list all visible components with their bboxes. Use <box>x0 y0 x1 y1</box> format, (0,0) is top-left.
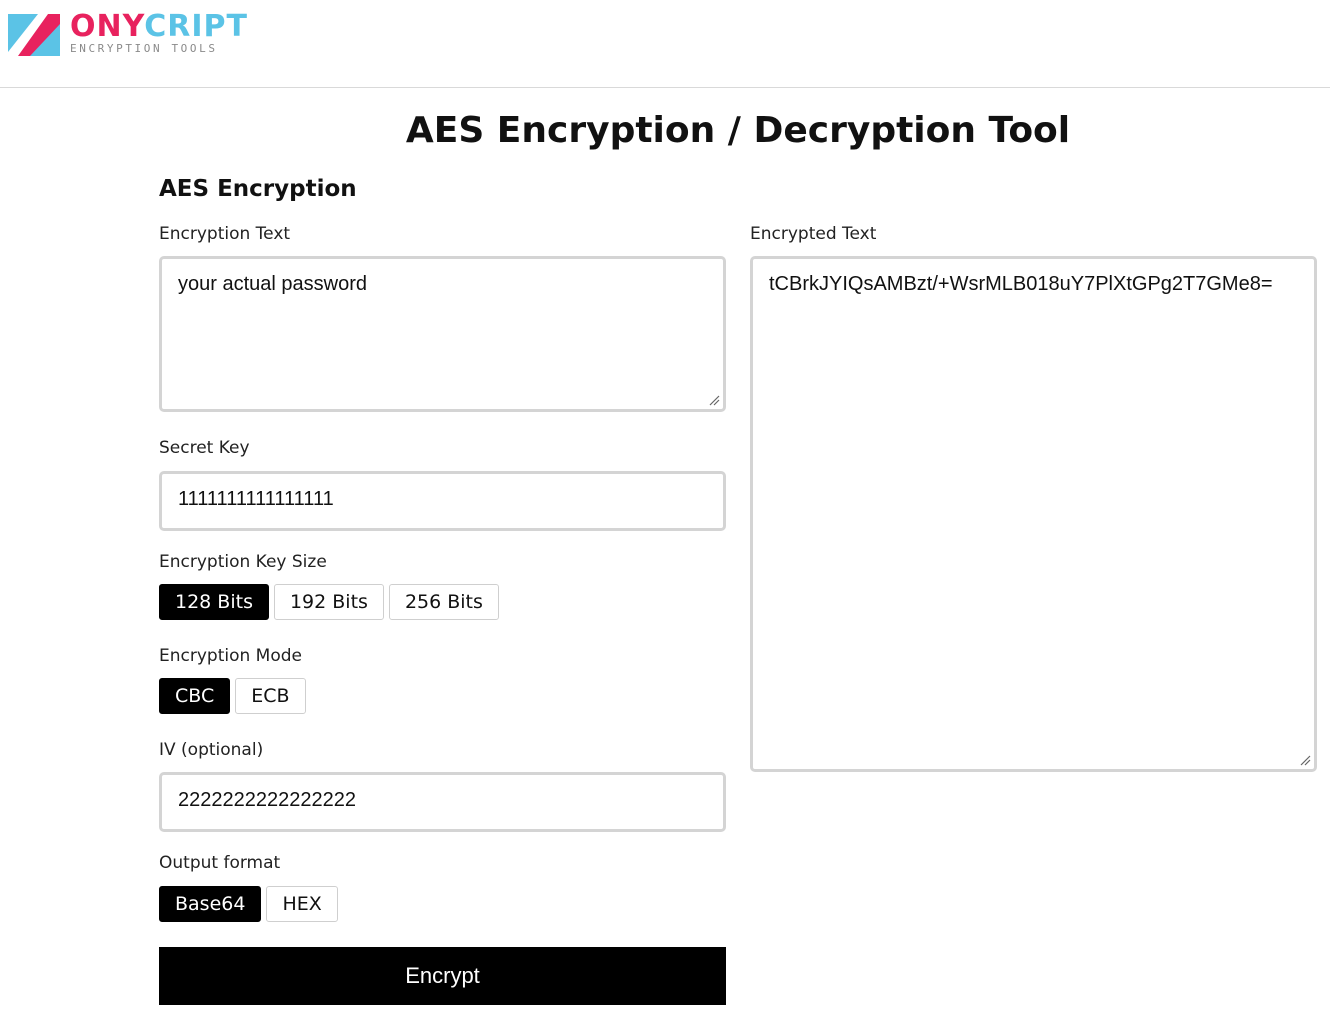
key-size-128-button[interactable]: 128 Bits <box>159 584 269 620</box>
mode-ecb-button[interactable]: ECB <box>235 678 306 714</box>
encryption-text-textarea[interactable]: your actual password <box>159 256 726 412</box>
secret-key-value: 1111111111111111 <box>178 488 334 510</box>
logo-mark-icon <box>8 14 60 56</box>
mode-selector: CBC ECB <box>159 678 306 714</box>
output-format-selector: Base64 HEX <box>159 886 338 922</box>
secret-key-label: Secret Key <box>159 438 250 458</box>
site-header: ONYCRIPT ENCRYPTION TOOLS <box>0 0 1330 88</box>
iv-input[interactable]: 2222222222222222 <box>159 772 726 832</box>
key-size-192-button[interactable]: 192 Bits <box>273 584 384 620</box>
output-hex-button[interactable]: HEX <box>266 886 338 922</box>
key-size-label: Encryption Key Size <box>159 552 327 572</box>
output-format-label: Output format <box>159 853 281 873</box>
logo-word-part2: CRIPT <box>144 9 248 44</box>
iv-label: IV (optional) <box>159 740 264 760</box>
encryption-text-label: Encryption Text <box>159 224 291 244</box>
encrypted-text-value: tCBrkJYIQsAMBzt/+WsrMLB018uY7PlXtGPg2T7G… <box>769 273 1273 295</box>
encrypt-button[interactable]: Encrypt <box>159 947 726 1005</box>
key-size-selector: 128 Bits 192 Bits 256 Bits <box>159 584 499 620</box>
encrypted-text-textarea[interactable]: tCBrkJYIQsAMBzt/+WsrMLB018uY7PlXtGPg2T7G… <box>750 256 1317 772</box>
page-title: AES Encryption / Decryption Tool <box>405 110 1071 151</box>
iv-value: 2222222222222222 <box>178 789 356 811</box>
logo-tagline: ENCRYPTION TOOLS <box>70 42 218 55</box>
resize-grip-icon[interactable] <box>708 394 720 406</box>
encryption-text-value: your actual password <box>178 273 367 295</box>
key-size-256-button[interactable]: 256 Bits <box>388 584 499 620</box>
logo-word-part1: ONY <box>70 9 145 44</box>
mode-cbc-button[interactable]: CBC <box>159 678 231 714</box>
mode-label: Encryption Mode <box>159 646 302 666</box>
encrypted-text-label: Encrypted Text <box>750 224 877 244</box>
logo[interactable]: ONYCRIPT ENCRYPTION TOOLS <box>8 10 248 62</box>
secret-key-input[interactable]: 1111111111111111 <box>159 471 726 531</box>
logo-wordmark: ONYCRIPT <box>70 10 248 44</box>
output-base64-button[interactable]: Base64 <box>159 886 262 922</box>
resize-grip-icon[interactable] <box>1299 754 1311 766</box>
section-title: AES Encryption <box>159 176 357 202</box>
